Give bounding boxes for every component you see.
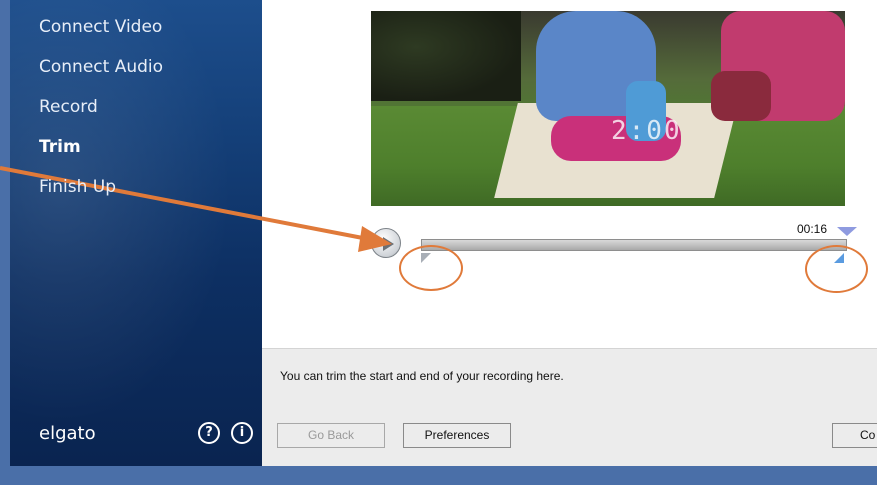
video-preview: 2:00 bbox=[371, 11, 845, 206]
window-left-edge bbox=[0, 0, 10, 466]
go-back-button[interactable]: Go Back bbox=[277, 423, 385, 448]
sidebar-item-trim[interactable]: Trim bbox=[39, 132, 163, 172]
play-button[interactable] bbox=[371, 228, 401, 258]
continue-button[interactable]: Co bbox=[832, 423, 877, 448]
main-content: 2:00 00:16 You can trim the start and en… bbox=[262, 0, 877, 467]
window-bottom-edge bbox=[0, 466, 877, 485]
info-icon[interactable]: i bbox=[231, 422, 253, 444]
timeline-bar[interactable] bbox=[421, 239, 847, 251]
sidebar-item-connect-audio[interactable]: Connect Audio bbox=[39, 52, 163, 92]
help-icon[interactable]: ? bbox=[198, 422, 220, 444]
brand-logo: elgato bbox=[39, 423, 96, 444]
video-child-2-detail bbox=[711, 71, 771, 121]
sidebar-item-record[interactable]: Record bbox=[39, 92, 163, 132]
video-background bbox=[371, 11, 521, 101]
sidebar-item-connect-video[interactable]: Connect Video bbox=[39, 12, 163, 52]
bottom-panel: You can trim the start and end of your r… bbox=[262, 348, 877, 467]
duration-label: 00:16 bbox=[797, 222, 828, 236]
instruction-text: You can trim the start and end of your r… bbox=[280, 369, 564, 383]
page-frame: Connect Video Connect Audio Record Trim … bbox=[0, 0, 877, 485]
playhead-marker[interactable] bbox=[837, 227, 857, 236]
annotation-circle-start bbox=[399, 245, 463, 291]
sidebar: Connect Video Connect Audio Record Trim … bbox=[10, 0, 262, 466]
sidebar-item-finish-up[interactable]: Finish Up bbox=[39, 172, 163, 212]
video-timestamp-overlay: 2:00 bbox=[611, 116, 682, 146]
sidebar-nav: Connect Video Connect Audio Record Trim … bbox=[39, 12, 163, 212]
annotation-circle-end bbox=[805, 245, 868, 293]
preferences-button[interactable]: Preferences bbox=[403, 423, 511, 448]
